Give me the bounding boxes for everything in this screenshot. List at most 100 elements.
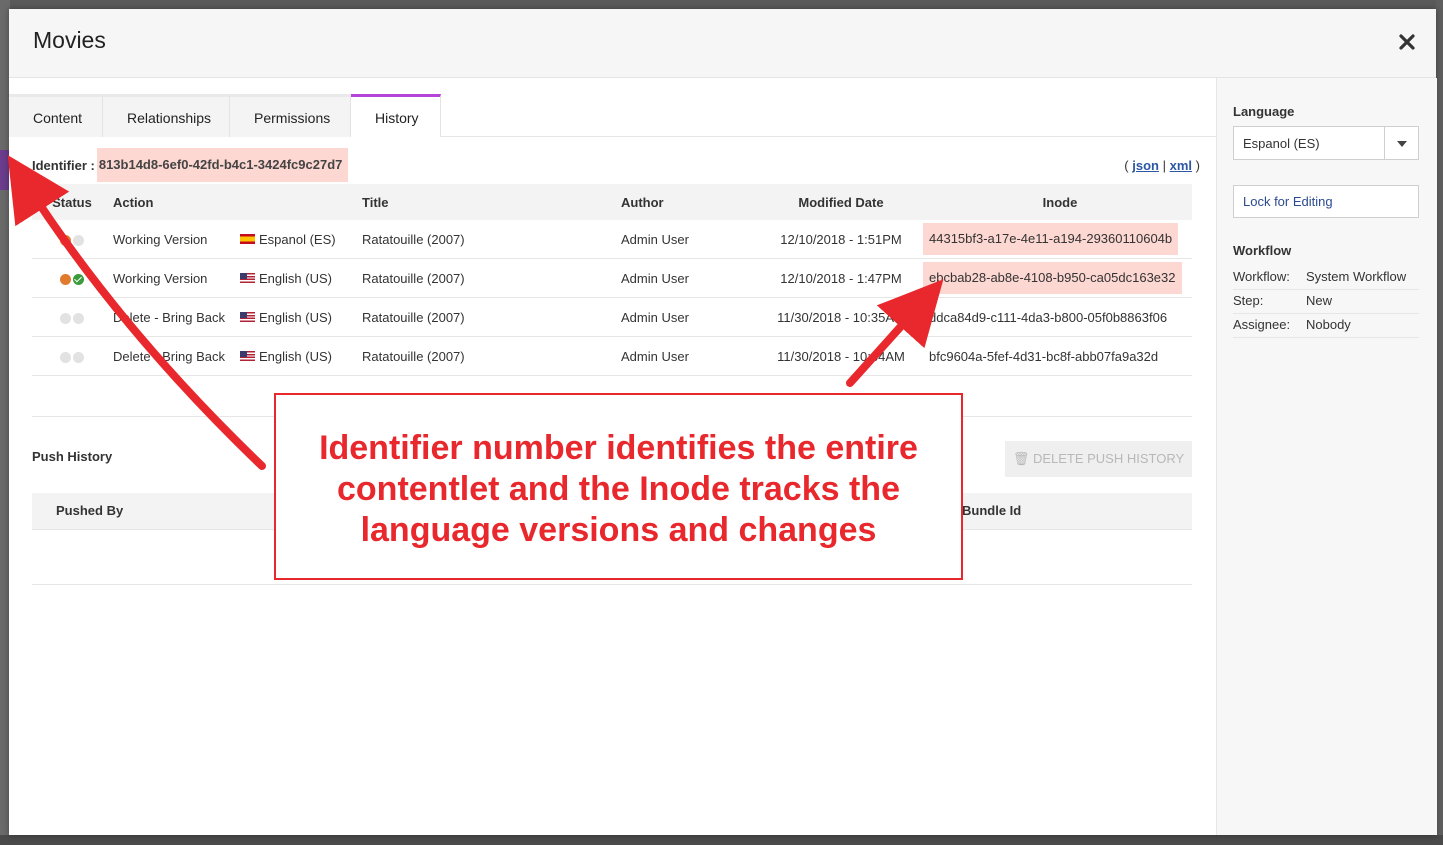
row-inode: 44315bf3-a17e-4e11-a194-29360110604b (923, 220, 1192, 259)
col-modified-date: Modified Date (754, 184, 928, 220)
tab-content[interactable]: Content (9, 94, 103, 137)
identifier-label: Identifier : (32, 157, 95, 173)
spain-flag-icon (240, 234, 255, 245)
workflow-label: Workflow (1233, 243, 1292, 258)
close-icon[interactable] (1396, 31, 1418, 53)
background-app-bottom (0, 835, 1443, 845)
row-inode-value: ebcbab28-ab8e-4108-b950-ca05dc163e32 (923, 262, 1182, 294)
annotation-callout: Identifier number identifies the entire … (274, 393, 963, 580)
table-row[interactable]: Working Version Espanol (ES) Ratatouille… (32, 220, 1192, 259)
row-language-label: English (US) (259, 270, 332, 286)
row-title: Ratatouille (2007) (361, 336, 620, 376)
step-value: New (1306, 293, 1333, 308)
row-language-label: English (US) (259, 309, 332, 325)
row-inode: ddca84d9-c111-4da3-b800-05f0b8863f06 (928, 297, 1192, 337)
format-separator: | (1162, 158, 1166, 173)
assignee-key: Assignee: (1233, 317, 1291, 332)
row-author: Admin User (620, 220, 754, 259)
row-inode: ebcbab28-ab8e-4108-b950-ca05dc163e32 (923, 258, 1192, 298)
format-close-paren: ) (1195, 158, 1200, 173)
us-flag-icon (240, 312, 255, 323)
status-indicators (32, 258, 112, 298)
row-language-label: English (US) (259, 348, 332, 364)
history-table: Status Action Title Author Modified Date… (32, 184, 1192, 376)
live-dot-icon (73, 312, 84, 324)
json-link[interactable]: json (1132, 158, 1159, 173)
format-open-paren: ( (1124, 158, 1129, 173)
live-dot-icon (73, 234, 84, 246)
col-bundle-id: Bundle Id (962, 503, 1022, 518)
lock-for-editing-button[interactable]: Lock for Editing (1233, 185, 1419, 218)
content-sidebar: Language Espanol (ES) Lock for Editing W… (1216, 78, 1437, 835)
us-flag-icon (240, 351, 255, 362)
row-action: Working Version (112, 258, 239, 298)
tab-permissions[interactable]: Permissions (230, 94, 351, 137)
row-title: Ratatouille (2007) (361, 220, 620, 259)
dialog-title: Movies (33, 27, 106, 53)
col-inode: Inode (928, 184, 1192, 220)
dialog-header: Movies (9, 9, 1436, 78)
xml-link[interactable]: xml (1170, 158, 1192, 173)
row-language: English (US) (239, 336, 361, 376)
status-indicators (32, 336, 112, 376)
status-indicators (32, 297, 112, 337)
tab-relationships[interactable]: Relationships (103, 94, 230, 137)
background-app-edge-right (1436, 0, 1443, 845)
annotation-line-1: Identifier number identifies the entire (319, 429, 918, 467)
table-row[interactable]: Delete - Bring Back English (US) Ratatou… (32, 336, 1192, 376)
row-author: Admin User (620, 297, 754, 337)
delete-push-history-button[interactable]: 🗑 DELETE PUSH HISTORY (1005, 441, 1192, 477)
language-select-value: Espanol (ES) (1243, 136, 1320, 151)
row-action: Working Version (112, 220, 239, 259)
push-history-title: Push History (32, 449, 113, 464)
step-key: Step: (1233, 293, 1264, 308)
us-flag-icon (240, 273, 255, 284)
working-dot-icon (60, 312, 71, 324)
row-language: English (US) (239, 258, 361, 298)
row-language-label: Espanol (ES) (259, 231, 336, 247)
language-select[interactable]: Espanol (ES) (1233, 126, 1419, 160)
col-status: Status (32, 184, 112, 220)
row-inode-value: 44315bf3-a17e-4e11-a194-29360110604b (923, 223, 1179, 255)
table-row[interactable]: Working Version English (US) Ratatouille… (32, 258, 1192, 298)
working-dot-icon (60, 234, 71, 246)
row-modified: 12/10/2018 - 1:47PM (754, 258, 928, 298)
row-language: Espanol (ES) (239, 220, 361, 259)
workflow-row: Workflow: System Workflow (1233, 265, 1419, 290)
col-title: Title (361, 184, 620, 220)
row-title: Ratatouille (2007) (361, 258, 620, 298)
annotation-line-3: language versions and changes (360, 511, 877, 549)
row-modified: 11/30/2018 - 10:35AM (754, 297, 928, 337)
workflow-assignee-row: Assignee: Nobody (1233, 313, 1419, 338)
format-links: ( json | xml ) (1124, 158, 1200, 173)
tab-history[interactable]: History (351, 94, 441, 137)
working-dot-icon (60, 273, 71, 285)
history-header-row: Status Action Title Author Modified Date… (32, 184, 1192, 220)
assignee-value: Nobody (1306, 317, 1351, 332)
workflow-step-row: Step: New (1233, 289, 1419, 314)
col-pushed-by: Pushed By (56, 503, 124, 518)
identifier-value: 813b14d8-6ef0-42fd-b4c1-3424fc9c27d7 (96, 148, 349, 182)
live-check-icon (73, 273, 84, 285)
row-author: Admin User (620, 336, 754, 376)
status-indicators (32, 220, 112, 259)
identifier-row: Identifier : 813b14d8-6ef0-42fd-b4c1-342… (32, 148, 349, 182)
row-language: English (US) (239, 297, 361, 337)
col-author: Author (620, 184, 754, 220)
live-dot-icon (73, 351, 84, 363)
row-author: Admin User (620, 258, 754, 298)
tab-bar: Content Relationships Permissions Histor… (9, 94, 1216, 137)
row-action: Delete - Bring Back (112, 336, 239, 376)
working-dot-icon (60, 351, 71, 363)
annotation-line-2: contentlet and the Inode tracks the (337, 470, 900, 508)
workflow-value: System Workflow (1306, 269, 1407, 284)
chevron-down-icon[interactable] (1397, 141, 1407, 147)
table-row[interactable]: Delete - Bring Back English (US) Ratatou… (32, 297, 1192, 337)
delete-push-history-label: DELETE PUSH HISTORY (1032, 451, 1185, 466)
row-title: Ratatouille (2007) (361, 297, 620, 337)
row-modified: 11/30/2018 - 10:34AM (754, 336, 928, 376)
trash-icon: 🗑 (1012, 451, 1033, 466)
row-action: Delete - Bring Back (112, 297, 239, 337)
select-divider (1384, 127, 1385, 159)
col-action: Action (112, 184, 361, 220)
